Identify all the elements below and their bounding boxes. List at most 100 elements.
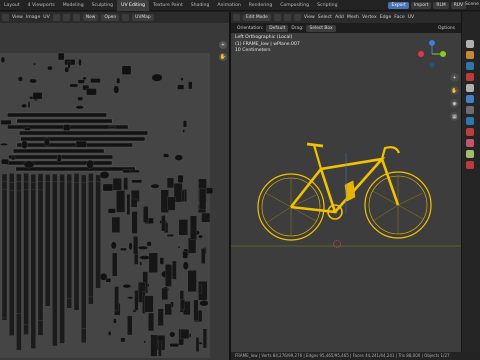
rlm-button[interactable]: RLM [433,2,449,9]
edge-select-icon[interactable] [283,14,291,21]
editor-type-icon[interactable] [233,14,240,21]
vp-menu-view[interactable]: View [304,15,315,20]
properties-physics-icon[interactable] [466,150,474,158]
workspace-tab-compositing[interactable]: Compositing [276,0,313,11]
gizmo-y-icon [440,51,446,57]
uv-island [24,127,31,131]
pan-hand-icon[interactable]: ✋ [450,86,459,95]
image-browse-icon[interactable] [122,14,130,21]
uv-island [139,255,151,260]
gizmo-z-icon [429,40,435,46]
ruv-button[interactable]: RUV [450,2,466,9]
uv-strip [9,190,15,336]
new-image-button[interactable]: New [82,14,99,21]
workspace-tab-4-viewports[interactable]: 4 Viewports [24,0,59,11]
orientation-label: Orientation: [237,25,264,31]
properties-object-icon[interactable] [466,117,474,125]
uv-menu-view[interactable]: View [12,15,23,20]
uv-island [17,76,23,82]
navigation-gizmo[interactable] [417,39,447,69]
workspace-tab-rendering[interactable]: Rendering [245,0,276,11]
workspace-tab-sculpting[interactable]: Sculpting [88,0,117,11]
uv-island [23,160,35,169]
drag-label: Drag: [291,25,304,31]
3d-viewport[interactable]: Left Orthographic (Local) (1) FRAME_low … [231,33,461,360]
import-button[interactable]: Import [410,2,432,9]
uv-island [148,312,154,332]
uv-island [198,234,203,239]
drag-selector[interactable]: Select Box [306,24,336,32]
uv-island [180,329,190,339]
proportional-icon[interactable] [72,14,80,21]
uv-island [0,143,8,146]
properties-tool-icon[interactable] [466,40,474,48]
handlebar [380,146,401,160]
face-select-icon[interactable] [293,14,301,21]
uv-canvas[interactable]: + ✋ [0,23,229,360]
uv-band [16,118,113,124]
zoom-icon[interactable]: + [450,73,459,82]
snap-icon[interactable] [62,14,70,21]
properties-world-icon[interactable] [466,95,474,103]
vertex-select-icon[interactable] [273,14,281,21]
pivot-icon[interactable] [52,14,60,21]
uv-island [69,83,79,88]
vp-menu-select[interactable]: Select [318,15,332,20]
uv-island [29,78,37,84]
frame-tubes [289,157,400,214]
properties-render-icon[interactable] [466,51,474,59]
camera-icon[interactable]: ◉ [450,99,459,108]
workspace-tab-shading[interactable]: Shading [187,0,214,11]
uv-strip [81,182,87,329]
perspective-grid-icon[interactable]: ▦ [450,112,459,121]
properties-particles-icon[interactable] [466,139,474,147]
properties-output-icon[interactable] [466,62,474,70]
open-image-button[interactable]: Open [101,14,120,21]
uv-island [160,189,169,213]
uv-island [169,343,179,348]
scene-label[interactable]: Scene [465,2,479,7]
properties-collection-icon[interactable] [466,106,474,114]
workspace-tab-layout[interactable]: Layout [0,0,24,11]
options-button[interactable]: Options [438,26,455,31]
properties-view-layer-icon[interactable] [466,73,474,81]
properties-scene-icon[interactable] [466,84,474,92]
uv-island [10,155,16,161]
uv-menu-uv[interactable]: UV [43,15,50,20]
uv-island [75,141,87,148]
uv-island [130,198,138,208]
uv-island [116,190,126,213]
workspace-tab-scripting[interactable]: Scripting [313,0,341,11]
uvmap-selector[interactable]: UVMap [132,14,154,21]
seatpost [312,144,323,170]
export-button[interactable]: Export [388,2,409,9]
uv-island [137,245,149,250]
properties-material-icon[interactable] [466,161,474,169]
uv-island [150,334,158,357]
uv-island [161,287,169,300]
vp-menu-uv[interactable]: UV [408,15,415,20]
vp-menu-mesh[interactable]: Mesh [347,15,359,20]
workspace-tab-modeling[interactable]: Modeling [59,0,88,11]
vp-menu-edge[interactable]: Edge [380,15,392,20]
zoom-icon[interactable]: + [219,41,227,49]
workspace-tab-animation[interactable]: Animation [213,0,244,11]
mode-selector[interactable]: Edit Mode [243,14,271,21]
uv-band [7,112,107,118]
orientation-selector[interactable]: Default [266,24,289,32]
uv-sync-icon[interactable] [2,14,9,21]
vp-menu-face[interactable]: Face [394,15,404,20]
properties-modifier-icon[interactable] [466,128,474,136]
uv-island [157,308,164,326]
vp-menu-add[interactable]: Add [335,15,344,20]
uv-island [183,120,187,128]
workspace-tab-texture-paint[interactable]: Texture Paint [149,0,187,11]
pan-icon[interactable]: ✋ [219,53,227,61]
workspace-tab-uv-editing[interactable]: UV Editing [117,0,150,11]
uv-island [172,260,177,280]
vp-menu-vertex[interactable]: Vertex [362,15,377,20]
uv-island [111,216,121,233]
uv-island [21,140,28,149]
uv-menu-image[interactable]: Image [26,15,40,20]
uv-island [107,208,116,214]
